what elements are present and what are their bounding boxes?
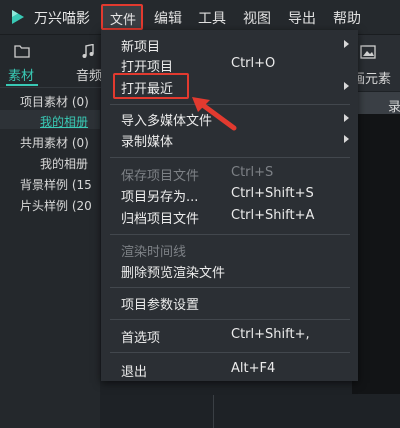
tree-item-my-album[interactable]: 我的相册: [40, 113, 88, 130]
menu-project-settings[interactable]: 项目参数设置: [121, 294, 199, 313]
tab-audio[interactable]: 音频: [76, 65, 102, 84]
active-tab-indicator: [6, 84, 38, 86]
menu-separator: [110, 157, 350, 158]
shortcut-open-project: Ctrl+O: [231, 56, 276, 71]
menu-exit[interactable]: 退出: [121, 361, 147, 380]
menu-record-media[interactable]: 录制媒体: [121, 131, 173, 150]
image-icon: [360, 45, 376, 59]
menu-archive[interactable]: 归档项目文件: [121, 208, 199, 227]
menu-tools[interactable]: 工具: [198, 8, 226, 28]
tree-item-project-materials[interactable]: 项目素材 (0): [20, 93, 89, 110]
menu-help[interactable]: 帮助: [333, 8, 361, 28]
annotation-arrow-icon: [192, 97, 237, 131]
submenu-arrow-icon: [344, 82, 349, 90]
panel-divider[interactable]: [213, 395, 214, 428]
shortcut-archive: Ctrl+Shift+A: [231, 208, 315, 223]
menu-open-recent[interactable]: 打开最近: [121, 78, 173, 97]
menu-export[interactable]: 导出: [288, 8, 316, 28]
tree-item-shared-materials[interactable]: 共用素材 (0): [20, 134, 89, 151]
tree-item-intro-samples[interactable]: 片头样例 (20: [20, 197, 92, 214]
tab-materials[interactable]: 素材: [8, 65, 34, 84]
submenu-arrow-icon: [344, 114, 349, 122]
menu-preferences[interactable]: 首选项: [121, 327, 160, 346]
menu-separator: [110, 352, 350, 353]
menu-render-timeline[interactable]: 渲染时间线: [121, 241, 186, 260]
shortcut-exit: Alt+F4: [231, 361, 276, 376]
menu-save-project[interactable]: 保存项目文件: [121, 165, 199, 184]
music-note-icon: [82, 44, 94, 58]
menu-file-label: 文件: [110, 13, 137, 28]
submenu-arrow-icon: [344, 40, 349, 48]
shortcut-preferences: Ctrl+Shift+,: [231, 327, 310, 342]
tree-item-bg-samples[interactable]: 背景样例 (15: [20, 176, 92, 193]
preview-area: [352, 114, 400, 394]
tree-item-my-album-shared[interactable]: 我的相册: [40, 155, 88, 172]
menu-separator: [110, 234, 350, 235]
app-title: 万兴喵影: [34, 11, 90, 27]
menu-view[interactable]: 视图: [243, 8, 271, 28]
menu-save-as[interactable]: 项目另存为...: [121, 186, 198, 205]
folder-icon: [14, 45, 30, 58]
menu-separator: [110, 287, 350, 288]
submenu-arrow-icon: [344, 135, 349, 143]
menu-edit[interactable]: 编辑: [154, 8, 182, 28]
shortcut-save-as: Ctrl+Shift+S: [231, 186, 314, 201]
record-button[interactable]: 录: [388, 96, 400, 115]
menu-new-project[interactable]: 新项目: [121, 36, 160, 55]
menu-delete-preview[interactable]: 删除预览渲染文件: [121, 262, 225, 281]
menu-separator: [110, 319, 350, 320]
shortcut-save-project: Ctrl+S: [231, 165, 274, 180]
menu-file[interactable]: 文件: [101, 4, 143, 30]
app-logo-icon: [12, 10, 24, 24]
